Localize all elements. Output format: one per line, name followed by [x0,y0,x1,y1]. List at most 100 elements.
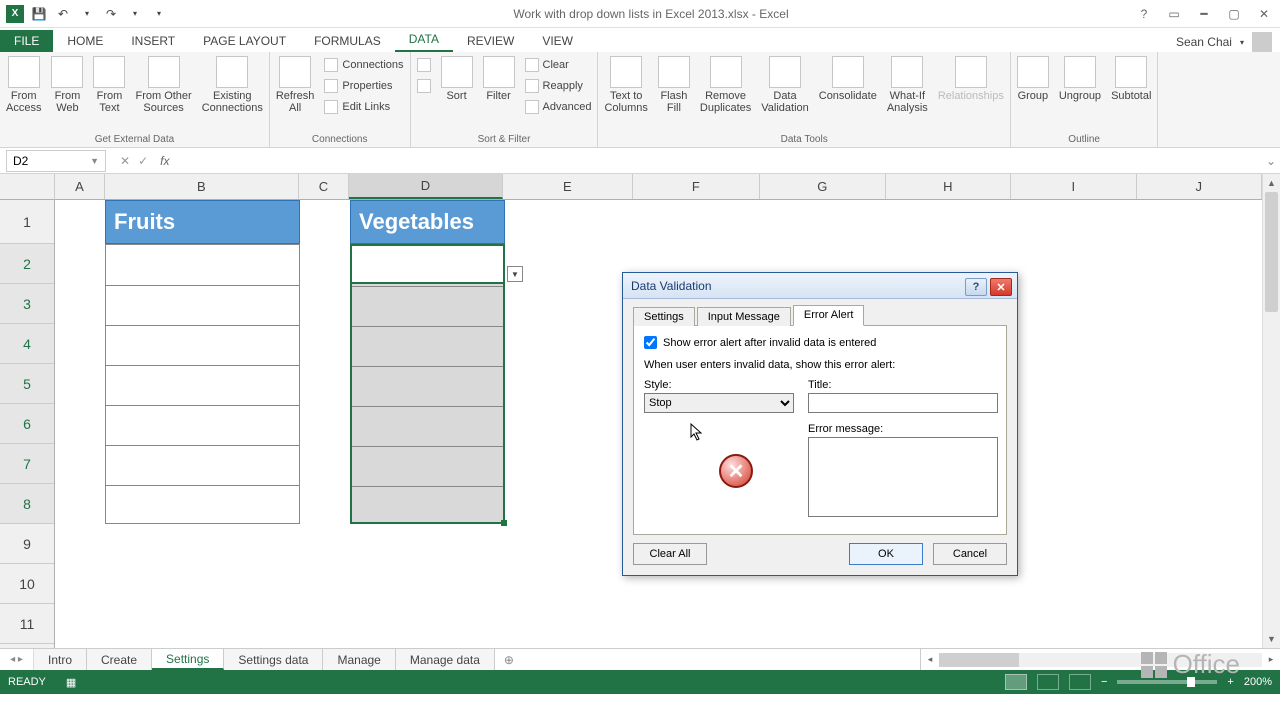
view-page-break-button[interactable] [1069,674,1091,690]
qat-customize-icon[interactable]: ▾ [150,5,168,23]
name-box-dropdown-icon[interactable]: ▼ [90,156,99,166]
sheet-tab-manage-data[interactable]: Manage data [396,649,495,670]
text-to-columns-button[interactable]: Text to Columns [604,56,647,114]
cell-b1-header[interactable]: Fruits [105,200,300,244]
col-header-e[interactable]: E [503,174,632,199]
row-header-6[interactable]: 6 [0,404,54,444]
col-header-j[interactable]: J [1137,174,1262,199]
fill-handle[interactable] [501,520,507,526]
tab-review[interactable]: REVIEW [453,30,528,52]
from-other-sources-button[interactable]: From Other Sources [135,56,191,114]
col-header-d[interactable]: D [349,174,503,199]
reapply-button[interactable]: Reapply [525,77,592,95]
col-header-h[interactable]: H [886,174,1011,199]
dialog-titlebar[interactable]: Data Validation ? ✕ [623,273,1017,299]
sheet-tab-manage[interactable]: Manage [323,649,395,670]
row-header-4[interactable]: 4 [0,324,54,364]
properties-button[interactable]: Properties [324,77,403,95]
consolidate-button[interactable]: Consolidate [819,56,877,102]
selected-range[interactable] [350,244,505,524]
tab-home[interactable]: HOME [53,30,117,52]
col-header-b[interactable]: B [105,174,299,199]
ungroup-button[interactable]: Ungroup [1059,56,1101,102]
vscroll-thumb[interactable] [1265,192,1278,312]
zoom-slider[interactable] [1117,680,1217,684]
connections-button[interactable]: Connections [324,56,403,74]
select-all-corner[interactable] [0,174,55,200]
save-icon[interactable]: 💾 [30,5,48,23]
subtotal-button[interactable]: Subtotal [1111,56,1151,102]
from-web-button[interactable]: From Web [51,56,83,114]
remove-duplicates-button[interactable]: Remove Duplicates [700,56,751,114]
clear-all-button[interactable]: Clear All [633,543,707,565]
dialog-close-button[interactable]: ✕ [990,278,1012,296]
col-header-f[interactable]: F [633,174,760,199]
tab-view[interactable]: VIEW [528,30,587,52]
horizontal-scrollbar[interactable]: ◂ ▸ [920,649,1280,670]
sort-desc-button[interactable] [417,77,431,95]
from-access-button[interactable]: From Access [6,56,41,114]
avatar[interactable] [1252,32,1272,52]
row-header-8[interactable]: 8 [0,484,54,524]
name-box[interactable]: D2 ▼ [6,150,106,172]
hscroll-thumb[interactable] [939,653,1019,667]
data-validation-button[interactable]: Data Validation [761,56,809,114]
row-header-7[interactable]: 7 [0,444,54,484]
active-cell[interactable] [350,244,505,284]
col-header-a[interactable]: A [55,174,105,199]
cancel-formula-icon[interactable]: ✕ [120,154,130,168]
view-normal-button[interactable] [1005,674,1027,690]
title-input[interactable] [808,393,998,413]
dialog-tab-error-alert[interactable]: Error Alert [793,305,865,326]
sheet-tab-create[interactable]: Create [87,649,152,670]
what-if-button[interactable]: What-If Analysis [887,56,928,114]
tab-data[interactable]: DATA [395,28,453,52]
tab-insert[interactable]: INSERT [117,30,189,52]
filter-button[interactable]: Filter [483,56,515,102]
style-select[interactable]: Stop [644,393,794,413]
sheet-tab-intro[interactable]: Intro [34,649,87,670]
col-header-i[interactable]: I [1011,174,1136,199]
row-header-10[interactable]: 10 [0,564,54,604]
zoom-value[interactable]: 200% [1244,676,1272,688]
redo-dropdown-icon[interactable]: ▾ [126,5,144,23]
sort-button[interactable]: Sort [441,56,473,102]
advanced-button[interactable]: Advanced [525,98,592,116]
sheet-tab-settings-data[interactable]: Settings data [224,649,323,670]
scroll-down-icon[interactable]: ▼ [1263,630,1280,648]
fx-label[interactable]: fx [156,154,173,168]
sheet-nav-icon[interactable]: ◂ ▸ [0,649,34,670]
scroll-right-icon[interactable]: ▸ [1262,654,1280,665]
vertical-scrollbar[interactable]: ▲ ▼ [1262,174,1280,648]
col-header-c[interactable]: C [299,174,349,199]
cell-dropdown-icon[interactable]: ▼ [507,266,523,282]
user-dropdown-icon[interactable]: ▾ [1240,38,1244,47]
minimize-icon[interactable]: ━ [1194,4,1214,24]
cell-d1-header[interactable]: Vegetables [350,200,505,244]
dialog-help-button[interactable]: ? [965,278,987,296]
undo-icon[interactable]: ↶ [54,5,72,23]
col-header-g[interactable]: G [760,174,885,199]
zoom-out-icon[interactable]: − [1101,676,1107,688]
existing-connections-button[interactable]: Existing Connections [202,56,263,114]
row-header-11[interactable]: 11 [0,604,54,644]
row-header-3[interactable]: 3 [0,284,54,324]
show-alert-checkbox[interactable] [644,336,657,349]
enter-formula-icon[interactable]: ✓ [138,154,148,168]
undo-dropdown-icon[interactable]: ▾ [78,5,96,23]
help-icon[interactable]: ? [1134,4,1154,24]
maximize-icon[interactable]: ▢ [1224,4,1244,24]
range-b2-b8[interactable] [105,244,300,524]
group-button[interactable]: Group [1017,56,1049,102]
ribbon-options-icon[interactable]: ▭ [1164,4,1184,24]
tab-page-layout[interactable]: PAGE LAYOUT [189,30,300,52]
sort-asc-button[interactable] [417,56,431,74]
formula-expand-icon[interactable]: ⌄ [1262,154,1280,168]
edit-links-button[interactable]: Edit Links [324,98,403,116]
cancel-button[interactable]: Cancel [933,543,1007,565]
error-message-input[interactable] [808,437,998,517]
flash-fill-button[interactable]: Flash Fill [658,56,690,114]
sheet-tab-settings[interactable]: Settings [152,649,224,670]
tab-file[interactable]: FILE [0,30,53,52]
add-sheet-button[interactable]: ⊕ [495,649,523,670]
